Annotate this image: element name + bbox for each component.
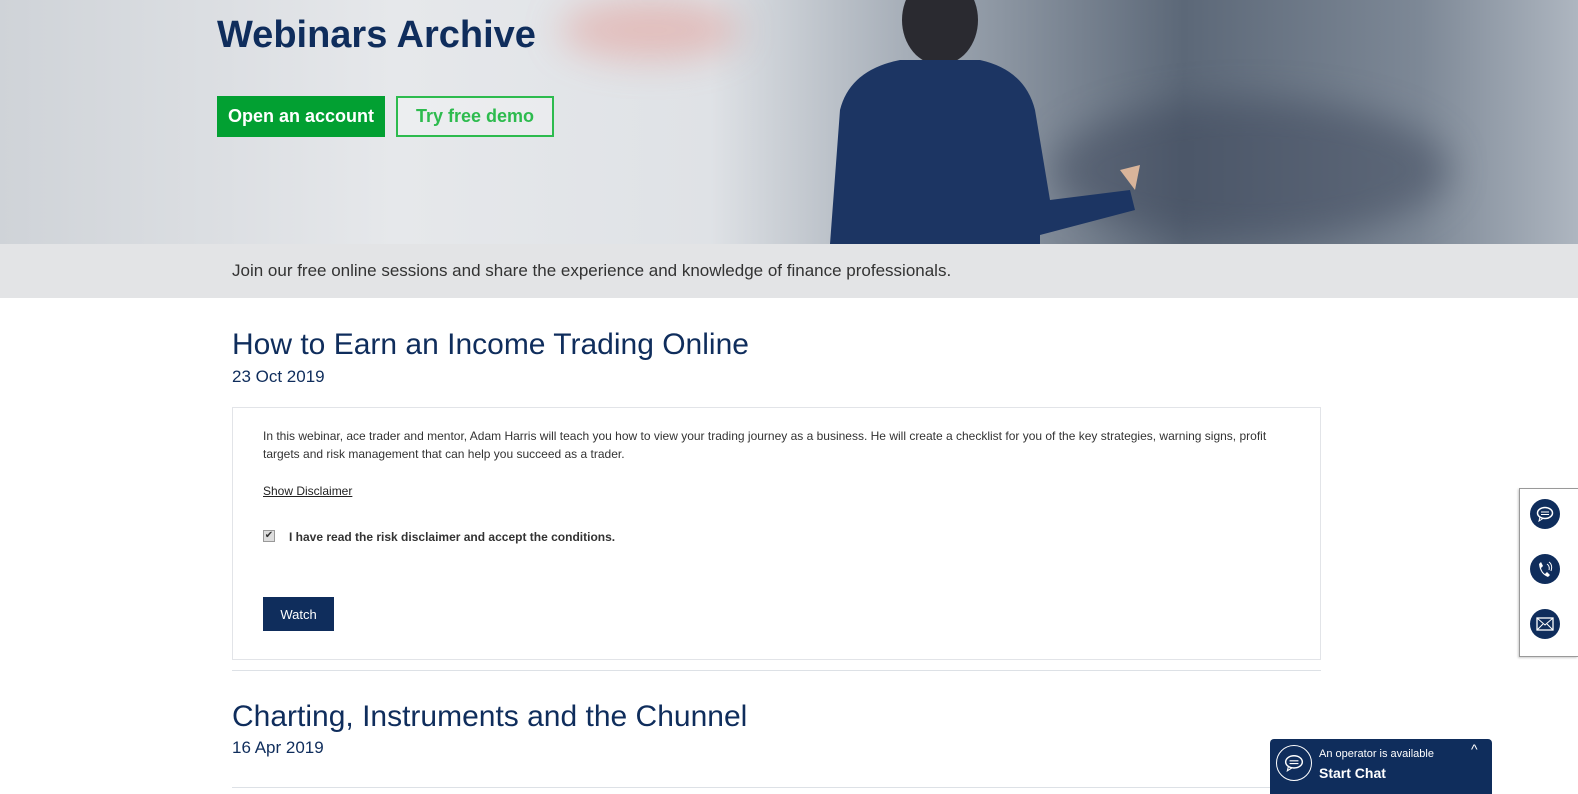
intro-band: Join our free online sessions and share … [0, 244, 1578, 298]
contact-sidebar [1519, 488, 1578, 657]
page-title: Webinars Archive [217, 14, 536, 56]
open-account-button[interactable]: Open an account [217, 96, 385, 137]
chat-bubble-icon [1276, 745, 1312, 781]
hero-banner: Webinars Archive Open an account Try fre… [0, 0, 1578, 244]
webinar-card: In this webinar, ace trader and mentor, … [232, 407, 1321, 660]
webinar-date: 23 Oct 2019 [232, 367, 325, 386]
webinar-title: How to Earn an Income Trading Online [232, 328, 749, 361]
webinar-date: 16 Apr 2019 [232, 738, 324, 757]
chat-widget[interactable]: An operator is available Start Chat ^ [1270, 739, 1492, 794]
divider [232, 670, 1321, 671]
webinar-description: In this webinar, ace trader and mentor, … [263, 429, 1267, 461]
chat-status: An operator is available [1319, 748, 1434, 760]
divider [232, 787, 1321, 788]
try-demo-button[interactable]: Try free demo [396, 96, 554, 137]
intro-text: Join our free online sessions and share … [232, 261, 952, 280]
webinar-title: Charting, Instruments and the Chunnel [232, 700, 748, 733]
hero-glow [560, 0, 740, 60]
chat-bubble-icon[interactable] [1530, 499, 1560, 529]
start-chat-label[interactable]: Start Chat [1319, 765, 1386, 781]
accept-checkbox[interactable]: ✔ [263, 530, 275, 542]
show-disclaimer-link[interactable]: Show Disclaimer [263, 484, 352, 498]
chevron-up-icon[interactable]: ^ [1471, 741, 1478, 757]
watch-button[interactable]: Watch [263, 597, 334, 631]
accept-label: I have read the risk disclaimer and acce… [289, 530, 616, 544]
phone-icon[interactable] [1530, 554, 1560, 584]
speaker-image [830, 0, 1140, 244]
email-icon[interactable] [1530, 609, 1560, 639]
